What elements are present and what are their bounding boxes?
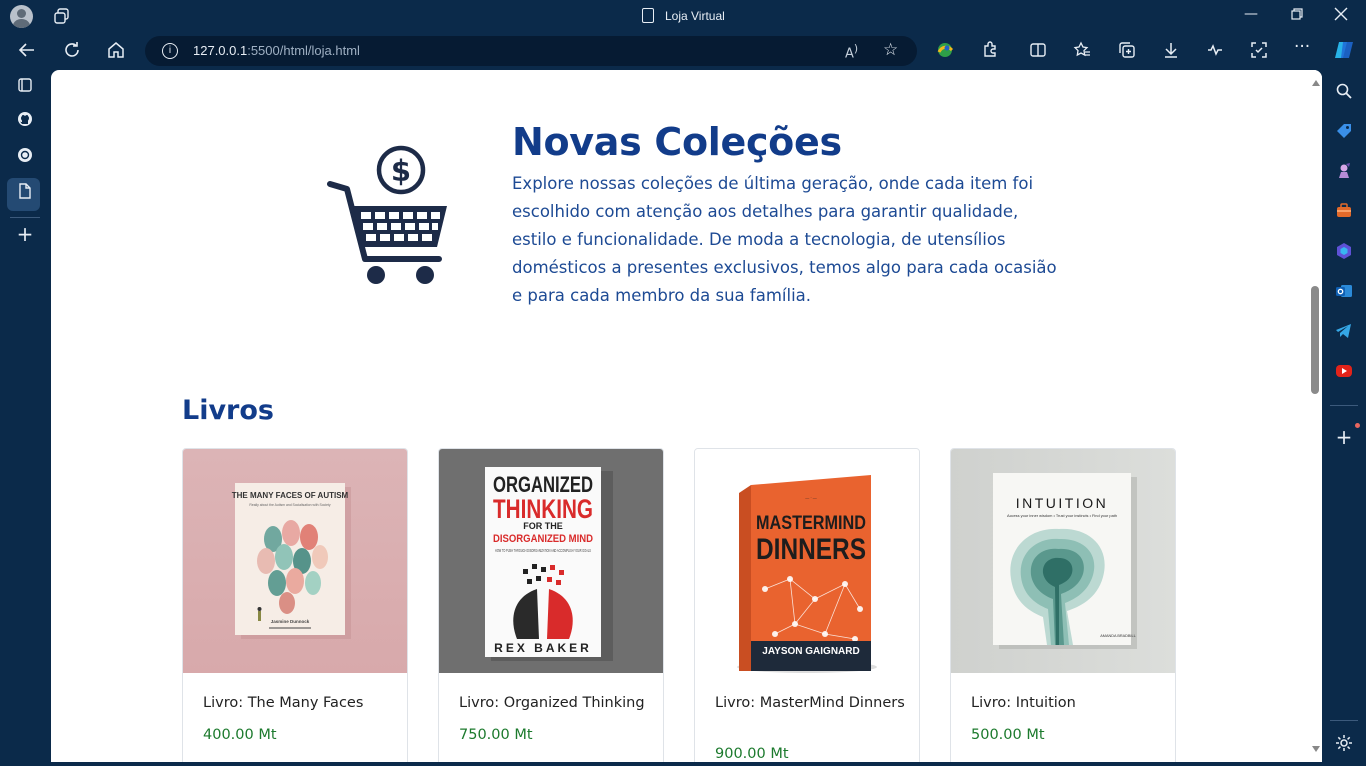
cover-title-4: DISORGANIZED MIND: [493, 533, 593, 545]
youtube-icon[interactable]: [1334, 362, 1354, 382]
downloads-icon[interactable]: [1162, 41, 1180, 63]
chatgpt-icon[interactable]: [14, 147, 36, 169]
product-price: 750.00 Mt: [459, 727, 533, 743]
hero-title: Novas Coleções: [512, 120, 842, 164]
cover-subtitle: HOW TO PUSH THROUGH DISORGANIZATION AND …: [495, 548, 591, 553]
cover-title: THE MANY FACES OF AUTISM: [232, 491, 349, 500]
right-sidebar-divider-bottom: [1330, 720, 1358, 721]
cover-subtitle: Really about the Autism and Socialisatio…: [249, 503, 331, 507]
navigation-bar: i 127.0.0.1:5500/html/loja.html A) ☆ ···: [0, 33, 1366, 70]
notification-dot: [1355, 423, 1360, 428]
product-name[interactable]: Livro: Intuition: [971, 694, 1161, 713]
new-tab-plus-icon[interactable]: +: [14, 223, 36, 245]
url-host: 127.0.0.1: [193, 43, 248, 58]
outlook-icon[interactable]: [1334, 282, 1354, 302]
url-path: :5500/html/loja.html: [247, 43, 360, 58]
read-aloud-icon[interactable]: A): [845, 42, 858, 61]
cover-title-2: DINNERS: [756, 533, 866, 566]
left-sidebar: +: [0, 70, 51, 766]
performance-icon[interactable]: [1206, 41, 1224, 63]
cover-title: INTUITION: [1016, 495, 1109, 511]
right-sidebar: +: [1322, 70, 1366, 766]
home-icon[interactable]: [107, 41, 125, 63]
product-image[interactable]: ORGANIZED THINKING FOR THE DISORGANIZED …: [439, 449, 663, 673]
shopping-tag-icon[interactable]: [1334, 122, 1354, 142]
github-icon[interactable]: [14, 111, 36, 133]
site-info-icon[interactable]: i: [162, 43, 178, 59]
product-name[interactable]: Livro: The Many Faces: [203, 694, 393, 713]
address-bar[interactable]: i 127.0.0.1:5500/html/loja.html A) ☆: [145, 36, 917, 66]
svg-text:— · —: — · —: [805, 495, 817, 500]
favorite-star-icon[interactable]: ☆: [883, 40, 898, 60]
vertical-scrollbar[interactable]: [1308, 70, 1322, 762]
section-title-books: Livros: [182, 395, 274, 426]
cover-title-2: THINKING: [493, 494, 593, 524]
cover-author: Jasmine Dunnock: [271, 619, 310, 624]
refresh-icon[interactable]: [63, 41, 81, 63]
search-icon[interactable]: [1334, 82, 1354, 102]
copilot-icon[interactable]: [1333, 39, 1355, 65]
tab-actions-icon[interactable]: [14, 77, 36, 99]
url-text[interactable]: 127.0.0.1:5500/html/loja.html: [193, 43, 360, 58]
product-card[interactable]: ORGANIZED THINKING FOR THE DISORGANIZED …: [438, 448, 664, 762]
settings-gear-icon[interactable]: [1334, 734, 1354, 754]
favorites-icon[interactable]: [1073, 41, 1091, 63]
product-price: 500.00 Mt: [971, 727, 1045, 743]
sidebar-divider: [10, 217, 40, 218]
close-button[interactable]: [1334, 7, 1348, 25]
product-price: 400.00 Mt: [203, 727, 277, 743]
window-title: Loja Virtual: [665, 9, 725, 23]
scroll-up-arrow[interactable]: [1312, 80, 1320, 86]
hero-description: Explore nossas coleções de última geraçã…: [512, 174, 1057, 305]
workspaces-icon[interactable]: [54, 8, 70, 27]
svg-text:$: $: [391, 154, 411, 188]
document-tab-icon[interactable]: [14, 183, 36, 205]
restore-button[interactable]: [1291, 8, 1303, 24]
page-icon: [642, 8, 654, 23]
split-screen-icon[interactable]: [1029, 41, 1047, 63]
right-sidebar-divider: [1330, 405, 1358, 406]
scroll-down-arrow[interactable]: [1312, 746, 1320, 752]
product-name[interactable]: Livro: MasterMind Dinners: [715, 694, 905, 713]
cover-title-3: FOR THE: [523, 521, 563, 531]
product-image[interactable]: INTUITION Access your inner wisdom • Tru…: [951, 449, 1175, 673]
extensions-puzzle-icon[interactable]: [981, 41, 999, 63]
scroll-thumb[interactable]: [1311, 286, 1319, 394]
product-card[interactable]: THE MANY FACES OF AUTISM Really about th…: [182, 448, 408, 762]
cover-author: AMANDA BRADBILL: [1100, 634, 1135, 638]
product-image[interactable]: — · — MASTERMIND DINNERS JAYSON GAIGNARD: [695, 449, 919, 673]
telegram-icon[interactable]: [1334, 322, 1354, 342]
cover-author: REX BAKER: [494, 641, 592, 655]
collections-icon[interactable]: [1118, 41, 1136, 63]
shopping-cart-dollar-icon: $: [327, 144, 451, 290]
product-name[interactable]: Livro: Organized Thinking: [459, 694, 649, 713]
page-viewport: $ Novas Coleções Explore nossas coleções…: [51, 70, 1322, 762]
more-options-icon[interactable]: ···: [1294, 39, 1310, 56]
cover-author: JAYSON GAIGNARD: [762, 646, 859, 657]
product-card[interactable]: INTUITION Access your inner wisdom • Tru…: [950, 448, 1176, 762]
cover-subtitle: Access your inner wisdom • Trust your in…: [1007, 514, 1117, 518]
product-image[interactable]: THE MANY FACES OF AUTISM Really about th…: [183, 449, 407, 673]
games-icon[interactable]: [1334, 162, 1354, 182]
add-sidebar-app-icon[interactable]: +: [1334, 427, 1354, 447]
title-bar: Loja Virtual —: [0, 0, 1366, 33]
screenshot-icon[interactable]: [1250, 41, 1268, 63]
cover-title-1: MASTERMIND: [756, 513, 866, 534]
extension-colorful-icon[interactable]: [936, 41, 954, 63]
product-price: 900.00 Mt: [715, 746, 789, 762]
minimize-button[interactable]: —: [1244, 6, 1258, 22]
back-arrow-icon[interactable]: [18, 41, 36, 63]
tools-briefcase-icon[interactable]: [1334, 202, 1354, 222]
copilot-side-icon[interactable]: [1334, 242, 1354, 262]
product-card[interactable]: — · — MASTERMIND DINNERS JAYSON GAIGNARD…: [694, 448, 920, 762]
profile-avatar[interactable]: [10, 5, 33, 28]
